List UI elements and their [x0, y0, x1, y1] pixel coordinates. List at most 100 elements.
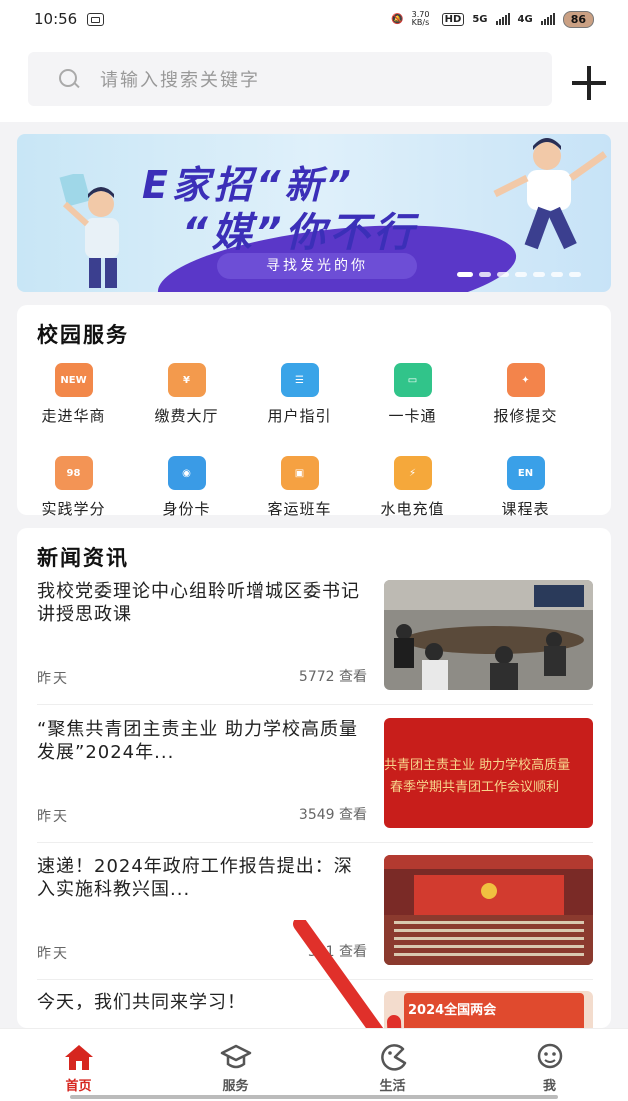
news-card: 新闻资讯 我校党委理论中心组聆听增城区委书记讲授思政课 昨天 5772 查看 “… [17, 528, 611, 1028]
thumbnail-caption: 2024全国两会 [408, 1003, 497, 1018]
new-icon: NEW [54, 363, 93, 397]
banner-subtitle: 寻找发光的你 [217, 253, 417, 279]
service-label: 用户指引 [267, 407, 332, 425]
news-views: 321 查看 [307, 944, 367, 960]
credit-icon: 98 [54, 456, 93, 490]
network-5g-label: 5G [472, 13, 488, 25]
service-label: 一卡通 [388, 407, 437, 425]
news-title: “聚焦共青团主责主业 助力学校高质量发展”2024年... [37, 719, 359, 763]
battery-indicator: 86 [562, 10, 594, 28]
hd-badge: HD [441, 12, 465, 26]
service-card[interactable]: ▭ 一卡通 [356, 363, 469, 426]
status-time: 10:56 [34, 10, 78, 28]
payment-icon: ¥ [167, 363, 206, 397]
news-views: 5772 查看 [298, 669, 367, 685]
service-repair[interactable]: ✦ 报修提交 [469, 363, 582, 426]
service-label: 课程表 [501, 500, 550, 518]
search-input[interactable]: 请输入搜索关键字 [28, 52, 552, 106]
tab-home[interactable]: 首页 [0, 1029, 157, 1101]
service-credit[interactable]: 98 实践学分 [17, 456, 130, 519]
service-grid: NEW 走进华商 ¥ 缴费大厅 ☰ 用户指引 ▭ 一卡通 ✦ 报修提交 98 实践学分 ◉ 身份卡 ▣ 客运班… [17, 363, 611, 519]
bus-icon: ▣ [280, 456, 319, 490]
service-label: 客运班车 [267, 500, 332, 518]
profile-icon [537, 1043, 562, 1069]
screen-icon [87, 12, 105, 26]
card-icon: ▭ [393, 363, 432, 397]
service-payment[interactable]: ¥ 缴费大厅 [130, 363, 243, 426]
student-illustration-left [59, 174, 119, 288]
pagination-dot[interactable] [569, 272, 581, 277]
signal-4g-icon [540, 13, 555, 25]
thumbnail-caption: 共青团主责主业 助力学校高质量 [384, 758, 571, 773]
repair-icon: ✦ [506, 363, 545, 397]
tab-services[interactable]: 服务 [157, 1029, 314, 1101]
tab-services-label: 服务 [222, 1079, 249, 1094]
search-icon [58, 68, 80, 90]
thumbnail-caption: 春季学期共青团工作会议顺利 [390, 780, 560, 795]
utility-icon: ⚡ [393, 456, 432, 490]
service-label: 水电充值 [380, 500, 445, 518]
service-label: 缴费大厅 [154, 407, 219, 425]
news-date: 昨天 [37, 809, 69, 825]
student-illustration-right [493, 138, 608, 250]
news-thumbnail [384, 580, 593, 690]
mute-icon: 🔕 [391, 13, 404, 25]
service-new[interactable]: NEW 走进华商 [17, 363, 130, 426]
pagination-dot[interactable] [551, 272, 563, 277]
news-item[interactable]: “聚焦共青团主责主业 助力学校高质量发展”2024年... 昨天 3549 查看… [37, 718, 593, 838]
header: 请输入搜索关键字 [0, 38, 628, 122]
news-thumbnail: 共青团主责主业 助力学校高质量 春季学期共青团工作会议顺利 [384, 718, 593, 828]
pagination-dot[interactable] [515, 272, 527, 277]
news-section-title: 新闻资讯 [37, 546, 129, 570]
service-label: 实践学分 [41, 500, 106, 518]
service-label: 走进华商 [41, 407, 106, 425]
network-4g-label: 4G [517, 13, 533, 25]
news-views: 3549 查看 [298, 807, 367, 823]
banner-headline-2: “媒”你不行 [182, 210, 418, 256]
divider [37, 704, 593, 705]
bottom-tab-bar: 首页 服务 生活 我 [0, 1028, 628, 1101]
news-item[interactable]: 今天，我们共同来学习！ 2024全国两会 [37, 991, 593, 1028]
schedule-icon: EN [506, 456, 545, 490]
search-placeholder: 请输入搜索关键字 [100, 70, 260, 91]
service-schedule[interactable]: EN 课程表 [469, 456, 582, 519]
pagination-dot[interactable] [533, 272, 545, 277]
news-date: 昨天 [37, 671, 69, 687]
news-date: 昨天 [37, 946, 69, 962]
pagination-dot[interactable] [457, 272, 473, 277]
plus-icon[interactable] [572, 66, 606, 100]
service-utility[interactable]: ⚡ 水电充值 [356, 456, 469, 519]
news-title: 速递！2024年政府工作报告提出：深入实施科教兴国... [37, 856, 353, 900]
life-icon [380, 1044, 406, 1071]
service-id-card[interactable]: ◉ 身份卡 [130, 456, 243, 519]
pagination-dot[interactable] [479, 272, 491, 277]
service-label: 身份卡 [162, 500, 211, 518]
news-item[interactable]: 我校党委理论中心组聆听增城区委书记讲授思政课 昨天 5772 查看 [37, 580, 593, 700]
pagination-dot[interactable] [497, 272, 509, 277]
id-card-icon: ◉ [167, 456, 206, 490]
campus-services-card: 校园服务 NEW 走进华商 ¥ 缴费大厅 ☰ 用户指引 ▭ 一卡通 ✦ 报修提交 98 实践学分 ◉ 身份… [17, 305, 611, 518]
news-title: 我校党委理论中心组聆听增城区委书记讲授思政课 [37, 581, 360, 625]
news-thumbnail [384, 855, 593, 965]
divider [37, 842, 593, 843]
service-bus[interactable]: ▣ 客运班车 [243, 456, 356, 519]
service-label: 报修提交 [493, 407, 558, 425]
tab-life-label: 生活 [379, 1079, 406, 1094]
promo-banner[interactable]: E家招“新” “媒”你不行 寻找发光的你 [17, 134, 611, 292]
service-guide[interactable]: ☰ 用户指引 [243, 363, 356, 426]
home-indicator[interactable] [70, 1095, 558, 1099]
graduation-cap-icon [220, 1044, 251, 1069]
tab-life[interactable]: 生活 [314, 1029, 471, 1101]
home-icon [64, 1045, 93, 1070]
tab-profile[interactable]: 我 [471, 1029, 628, 1101]
news-thumbnail: 2024全国两会 [384, 991, 593, 1028]
campus-services-title: 校园服务 [37, 323, 129, 347]
news-item[interactable]: 速递！2024年政府工作报告提出：深入实施科教兴国... 昨天 321 查看 [37, 855, 593, 975]
tab-profile-label: 我 [542, 1079, 556, 1094]
net-speed: 3.70 KB/s [411, 10, 430, 27]
status-bar: 10:56 🔕 3.70 KB/s HD 5G 4G 86 [0, 0, 628, 38]
banner-pagination[interactable] [457, 272, 581, 277]
news-title: 今天，我们共同来学习！ [37, 992, 246, 1013]
guide-icon: ☰ [280, 363, 319, 397]
divider [37, 979, 593, 980]
